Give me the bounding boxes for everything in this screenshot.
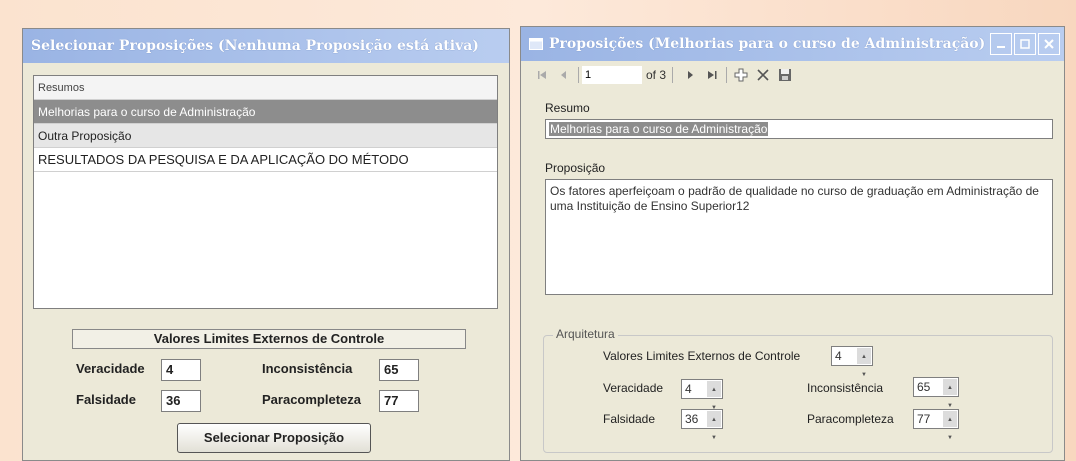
spin-up-icon[interactable]: ▲ [857,348,871,366]
minimize-icon[interactable] [990,33,1012,55]
spin-down-icon[interactable]: ▼ [943,429,957,447]
add-icon[interactable] [730,64,752,86]
veracidade-label: Veracidade [76,361,145,376]
paracompleteza-label: Paracompleteza [262,392,361,407]
inconsistencia-value[interactable]: 65 [379,359,419,381]
spin-up-icon[interactable]: ▲ [707,381,721,399]
veracidade-value: 4 [685,382,692,396]
inconsistencia-value: 65 [917,380,931,394]
select-proposition-button[interactable]: Selecionar Proposição [177,423,371,453]
veracidade-value[interactable]: 4 [161,359,201,381]
proposicao-label: Proposição [545,161,606,175]
spin-down-icon[interactable]: ▼ [707,429,721,447]
resumo-label: Resumo [545,101,590,115]
spin-up-icon[interactable]: ▲ [707,411,721,429]
list-item[interactable]: RESULTADOS DA PESQUISA E DA APLICAÇÃO DO… [34,148,497,172]
delete-icon[interactable] [752,64,774,86]
record-count: of 3 [646,68,667,82]
vlec-label: Valores Limites Externos de Controle [603,349,801,363]
inconsistencia-label: Inconsistência [807,381,884,395]
next-record-icon[interactable] [679,64,701,86]
spin-up-icon[interactable]: ▲ [943,411,957,429]
veracidade-spinner[interactable]: 4 ▲ ▼ [681,379,723,411]
close-icon[interactable] [1038,33,1060,55]
falsidade-spinner[interactable]: 36 ▲ ▼ [681,409,723,441]
prev-record-icon[interactable] [553,64,575,86]
proposicao-textarea[interactable]: Os fatores aperfeiçoam o padrão de quali… [545,179,1053,295]
proposition-list[interactable]: Resumos Melhorias para o curso de Admini… [33,75,498,309]
inconsistencia-spinner[interactable]: 65 ▲ ▼ [913,377,959,409]
resumo-input[interactable]: Melhorias para o curso de Administração [545,119,1053,139]
left-window-title: Selecionar Proposições (Nenhuma Proposiç… [31,38,479,54]
falsidade-label: Falsidade [76,392,136,407]
list-header: Resumos [34,76,497,100]
list-item[interactable]: Outra Proposição [34,124,497,148]
arquitetura-label: Arquitetura [553,327,618,341]
navigator-toolbar: of 3 [521,63,1064,87]
paracompleteza-value[interactable]: 77 [379,390,419,412]
right-title-bar[interactable]: Proposições (Melhorias para o curso de A… [521,27,1064,61]
veracidade-label: Veracidade [603,381,664,395]
propositions-window: Proposições (Melhorias para o curso de A… [520,26,1065,461]
falsidade-label: Falsidade [603,412,656,426]
record-position-input[interactable] [582,66,642,84]
paracompleteza-label: Paracompleteza [807,412,894,426]
vlec-value: 4 [835,349,842,363]
select-propositions-window: Selecionar Proposições (Nenhuma Proposiç… [22,28,510,461]
left-title-bar[interactable]: Selecionar Proposições (Nenhuma Proposiç… [23,29,509,63]
resumo-value: Melhorias para o curso de Administração [549,122,769,136]
falsidade-value: 36 [685,412,699,426]
paracompleteza-value: 77 [917,412,931,426]
first-record-icon[interactable] [531,64,553,86]
spin-up-icon[interactable]: ▲ [943,379,957,397]
vlec-spinner[interactable]: 4 ▲ ▼ [831,346,873,378]
list-item[interactable]: Melhorias para o curso de Administração [34,100,497,124]
limits-group-title: Valores Limites Externos de Controle [72,329,466,349]
window-icon [529,38,543,50]
maximize-icon[interactable] [1014,33,1036,55]
paracompleteza-spinner[interactable]: 77 ▲ ▼ [913,409,959,441]
last-record-icon[interactable] [701,64,723,86]
falsidade-value[interactable]: 36 [161,390,201,412]
right-window-title: Proposições (Melhorias para o curso de A… [549,36,986,52]
inconsistencia-label: Inconsistência [262,361,353,376]
save-icon[interactable] [774,64,796,86]
